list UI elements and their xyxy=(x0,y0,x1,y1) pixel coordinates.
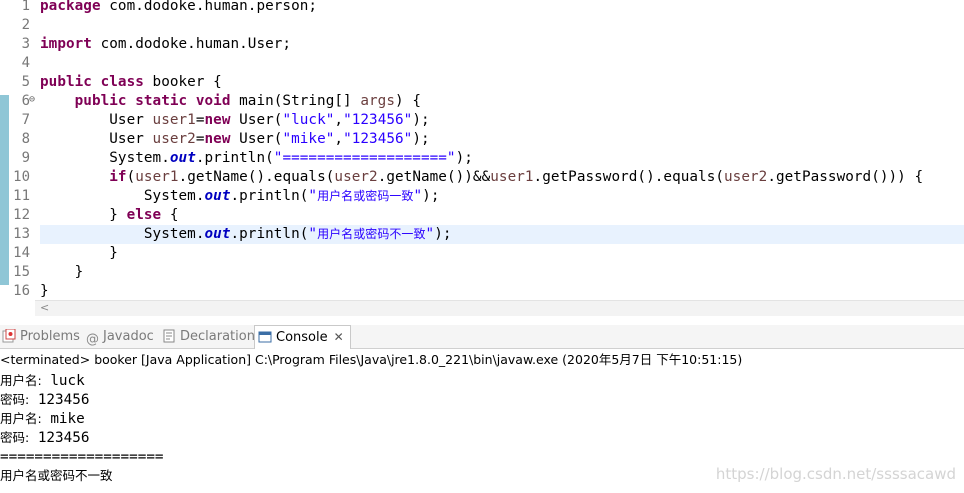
line-number: 10 xyxy=(13,169,30,185)
line-number: 1 xyxy=(21,0,30,14)
tab-label: Declaration xyxy=(180,329,255,344)
console-line: =================== xyxy=(0,449,164,465)
line-number: 9 xyxy=(21,150,30,166)
problems-icon xyxy=(2,328,16,343)
fold-toggle-icon[interactable]: ⊖ xyxy=(29,95,35,105)
code-line: public class booker { xyxy=(40,74,222,90)
line-number: 13 xyxy=(13,226,30,242)
code-line: public static void main(String[] args) { xyxy=(74,93,421,109)
console-line: 用户名或密码不一致 xyxy=(0,468,113,483)
code-line: import com.dodoke.human.User; xyxy=(40,36,292,52)
tab-label: Console xyxy=(276,330,328,345)
tab-label: Javadoc xyxy=(103,329,154,344)
declaration-icon xyxy=(162,328,176,343)
watermark-text: https://blog.csdn.net/ssssacawd xyxy=(715,465,956,483)
tab-javadoc[interactable]: @ Javadoc xyxy=(86,325,154,348)
tab-console[interactable]: Console ✕ xyxy=(254,325,351,349)
code-line: System.out.println("用户名或密码不一致"); xyxy=(40,226,452,242)
tab-declaration[interactable]: Declaration xyxy=(162,325,255,348)
line-number: 8 xyxy=(21,131,30,147)
at-icon: @ xyxy=(86,332,99,347)
line-number: 12 xyxy=(13,207,30,223)
view-tab-bar: Problems @ Javadoc Declaration Console ✕ xyxy=(0,325,964,349)
tab-problems[interactable]: Problems xyxy=(2,325,80,348)
tab-label: Problems xyxy=(20,329,80,344)
scroll-left-icon[interactable]: < xyxy=(40,301,49,314)
code-editor[interactable]: 1 2 3 4 5 6 7 8 9 10 11 12 13 14 15 16 ⊖… xyxy=(0,0,964,300)
line-number: 14 xyxy=(13,245,30,261)
code-line: } else { xyxy=(40,207,179,223)
code-line: if(user1.getName().equals(user2.getName(… xyxy=(109,169,924,185)
console-line: 用户名: luck xyxy=(0,373,85,389)
code-line: User user1=new User("luck","123456"); xyxy=(40,112,430,128)
line-number: 2 xyxy=(21,17,30,33)
line-number: 16 xyxy=(13,283,30,299)
code-line: } xyxy=(40,245,118,261)
code-line: User user2=new User("mike","123456"); xyxy=(40,131,430,147)
close-icon[interactable]: ✕ xyxy=(334,330,344,344)
line-number: 11 xyxy=(13,188,30,204)
panel-separator xyxy=(0,316,964,324)
console-line: 用户名: mike xyxy=(0,411,85,427)
line-number: 15 xyxy=(13,264,30,280)
code-line: } xyxy=(40,283,49,299)
horizontal-scrollbar[interactable]: < xyxy=(35,300,964,316)
code-line: } xyxy=(40,264,84,280)
code-line: package com.dodoke.human.person; xyxy=(40,0,318,14)
line-number: 4 xyxy=(21,55,30,71)
console-status-line: <terminated> booker [Java Application] C… xyxy=(0,349,964,372)
code-line: System.out.println("==================="… xyxy=(40,150,473,166)
code-line: System.out.println("用户名或密码一致"); xyxy=(40,188,440,204)
line-number: 5 xyxy=(21,74,30,90)
line-number: 6 xyxy=(21,93,30,109)
console-icon xyxy=(258,329,272,343)
console-line: 密码: 123456 xyxy=(0,392,90,408)
console-line: 密码: 123456 xyxy=(0,430,90,446)
line-number: 7 xyxy=(21,112,30,128)
line-number: 3 xyxy=(21,36,30,52)
